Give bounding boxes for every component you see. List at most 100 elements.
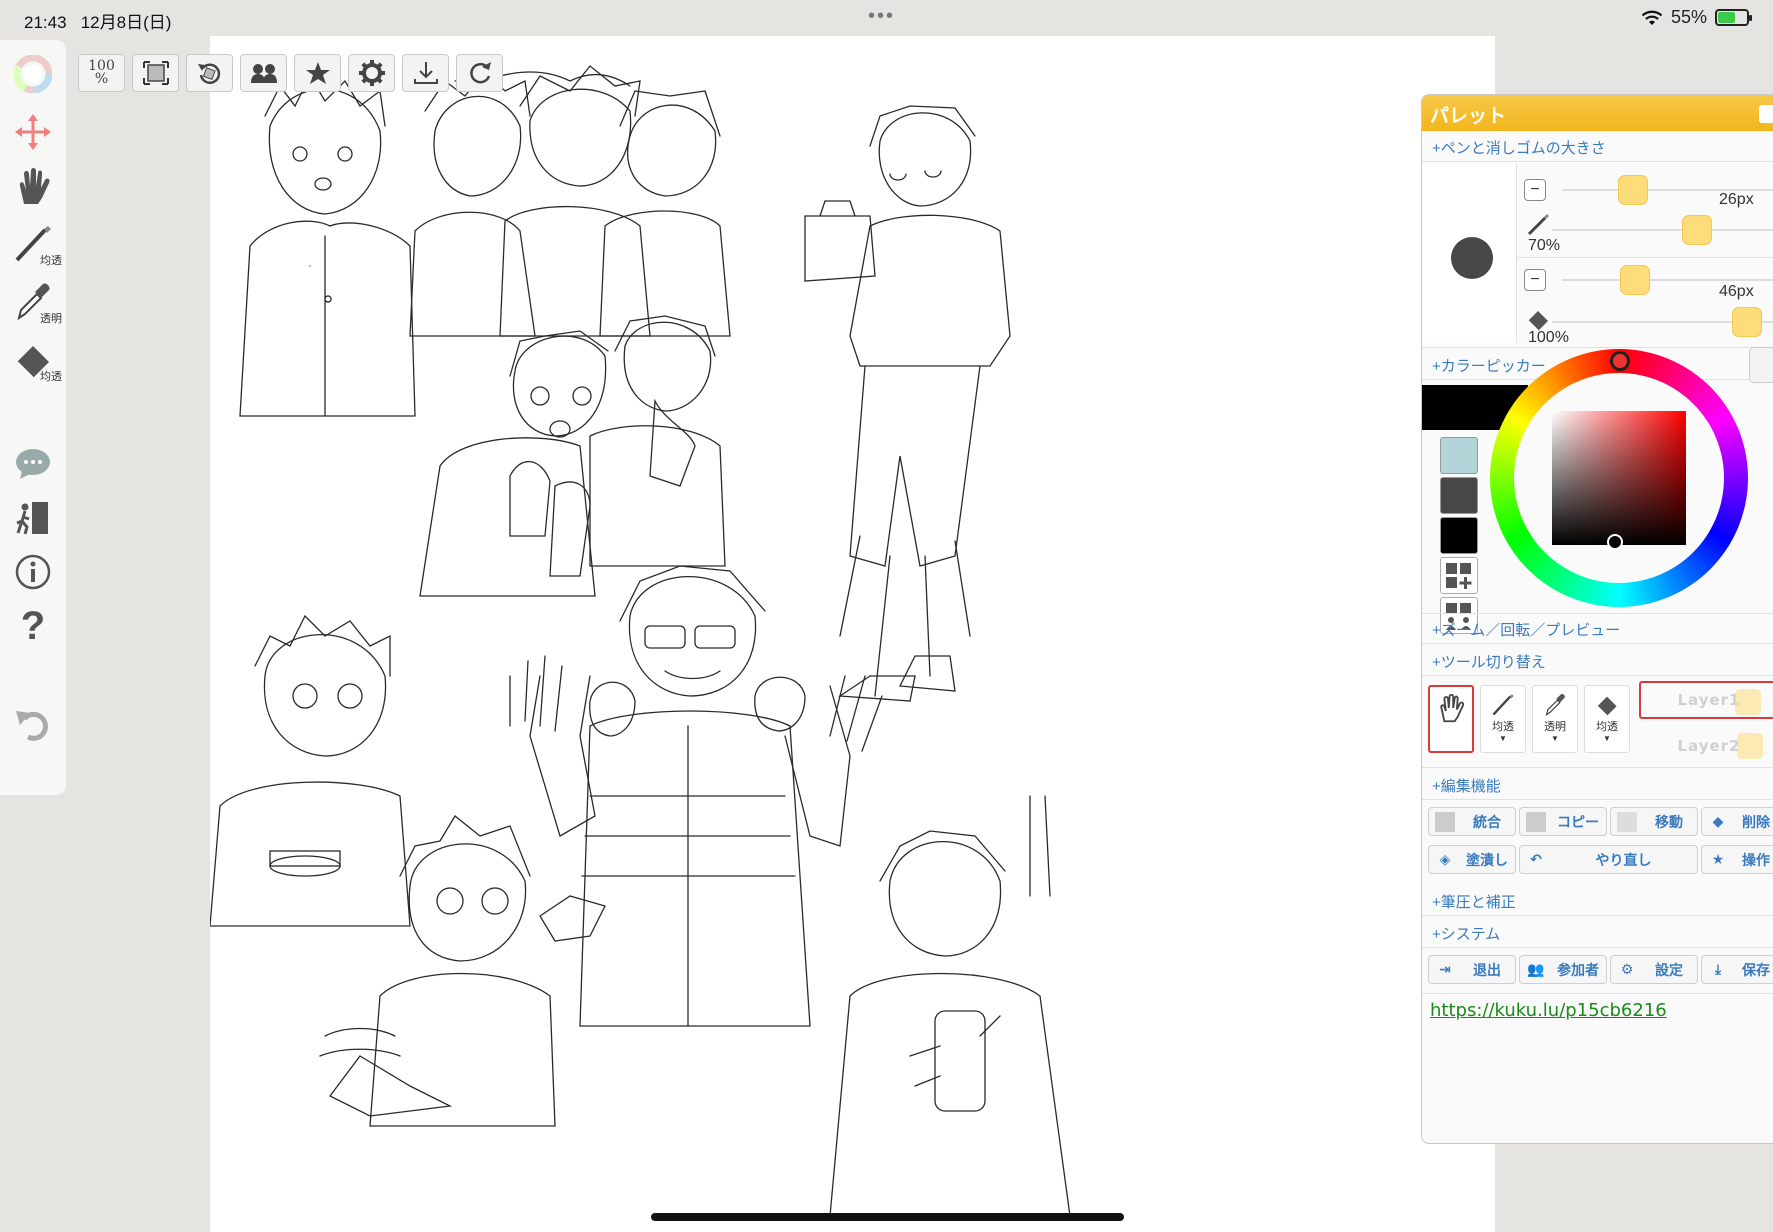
drawing-canvas[interactable] <box>210 36 1495 1232</box>
chat-button[interactable] <box>0 438 66 490</box>
download-button[interactable] <box>402 54 449 92</box>
status-bar: 21:43 12月8日(日) ••• 55% <box>0 0 1773 36</box>
add-swatch-icon <box>1446 562 1472 589</box>
redo-button[interactable] <box>456 54 503 92</box>
section-edit[interactable]: +編集機能 <box>1432 775 1501 796</box>
exit-room-button[interactable] <box>0 492 66 544</box>
help-button[interactable]: ? <box>0 600 66 652</box>
switch-eraser-tool[interactable]: 均透 ▼ <box>1584 685 1630 753</box>
pen-mode-label: 均透 <box>40 255 62 267</box>
battery-percent: 55% <box>1670 7 1707 27</box>
add-swatch-button[interactable] <box>1440 557 1478 594</box>
switch-hand-tool[interactable] <box>1428 685 1474 753</box>
eyedropper-tool-button[interactable]: 透明 <box>0 276 66 328</box>
info-icon <box>15 554 51 590</box>
pen-size-slider[interactable] <box>1618 175 1648 205</box>
hand-tool-button[interactable] <box>0 160 66 212</box>
info-button[interactable] <box>0 546 66 598</box>
eyedropper-icon <box>1545 693 1565 716</box>
section-pen-size[interactable]: +ペンと消しゴムの大きさ <box>1432 137 1606 158</box>
zoom-level-button[interactable]: 100% <box>78 54 125 92</box>
move-layer-icon <box>1617 811 1637 832</box>
copy-button[interactable]: コピー <box>1519 807 1607 836</box>
palette-panel: パレット +ペンと消しゴムの大きさ − 26px 70% − 46px 100%… <box>1421 94 1773 1144</box>
section-system[interactable]: +システム <box>1432 923 1500 944</box>
palette-toggle-checkbox[interactable] <box>1759 105 1773 123</box>
saturation-value-square[interactable] <box>1552 411 1686 545</box>
download-icon <box>413 62 438 84</box>
eraser-size-slider[interactable] <box>1620 265 1650 295</box>
section-tool-switch[interactable]: +ツール切り替え <box>1432 651 1546 672</box>
sketch-artwork <box>210 65 1071 1217</box>
color-wheel[interactable] <box>1490 349 1748 607</box>
section-pressure[interactable]: +筆圧と補正 <box>1432 891 1516 912</box>
participants-button[interactable] <box>240 54 287 92</box>
people-icon <box>250 64 277 83</box>
copy-icon <box>1526 811 1546 832</box>
pen-tool-button[interactable]: 均透 <box>0 218 66 270</box>
eraser-opacity-slider[interactable] <box>1732 307 1762 337</box>
delete-icon: ◆ <box>1712 813 1724 829</box>
color-marker[interactable] <box>1607 534 1623 550</box>
pen-icon <box>1492 694 1514 716</box>
delete-button[interactable]: ◆ 削除 <box>1701 807 1773 836</box>
merge-icon <box>1435 811 1455 832</box>
eraser-size-minus-button[interactable]: − <box>1524 269 1546 291</box>
color-swatch-1[interactable] <box>1440 437 1478 474</box>
rotate-canvas-button[interactable] <box>186 54 233 92</box>
switch-eraser-label: 均透 <box>1596 721 1618 733</box>
color-wheel-button[interactable] <box>0 48 66 100</box>
status-right: 55% <box>1641 7 1752 28</box>
save-button[interactable]: ⤓ 保存 <box>1701 955 1773 984</box>
multitask-dots[interactable]: ••• <box>868 5 895 28</box>
star-icon: ★ <box>1711 851 1725 867</box>
canvas-toolbar: 100% <box>78 54 503 92</box>
layer-row-1[interactable]: Layer1 <box>1639 681 1773 719</box>
section-zoom[interactable]: +ズーム／回転／プレビュー <box>1432 619 1620 640</box>
settings-button[interactable] <box>348 54 395 92</box>
layer-row-2[interactable]: Layer2 <box>1639 727 1773 765</box>
people-icon: 👥 <box>1527 961 1545 977</box>
home-indicator[interactable] <box>651 1213 1124 1221</box>
room-url-link[interactable]: https://kuku.lu/p15cb6216 <box>1430 1000 1667 1021</box>
eraser-size-track[interactable] <box>1562 279 1773 281</box>
hue-marker[interactable] <box>1610 351 1630 371</box>
gear-icon: ⚙ <box>1620 961 1634 977</box>
switch-eyedropper-tool[interactable]: 透明 ▼ <box>1532 685 1578 753</box>
download-icon: ⤓ <box>1714 961 1722 977</box>
color-swatch-2[interactable] <box>1440 477 1478 514</box>
undo-button[interactable] <box>0 698 66 750</box>
exit-button[interactable]: ⇥ 退出 <box>1428 955 1516 984</box>
star-icon <box>305 62 330 84</box>
exit-icon: ⇥ <box>1439 961 1451 977</box>
pen-opacity-icon <box>1527 214 1549 236</box>
hand-icon <box>19 168 50 204</box>
hand-icon <box>1440 693 1465 723</box>
redo-edit-button[interactable]: ↶ やり直し <box>1519 845 1698 874</box>
rotate-canvas-icon <box>197 63 220 84</box>
chat-icon <box>16 449 50 479</box>
section-color-picker[interactable]: +カラーピッカー <box>1432 355 1546 376</box>
eraser-tool-button[interactable]: 均透 <box>0 334 66 386</box>
fill-button[interactable]: ◈ 塗潰し <box>1428 845 1516 874</box>
switch-pen-tool[interactable]: 均透 ▼ <box>1480 685 1526 753</box>
color-mode-button[interactable] <box>1749 347 1773 383</box>
system-settings-button[interactable]: ⚙ 設定 <box>1610 955 1698 984</box>
participants-list-button[interactable]: 👥 参加者 <box>1519 955 1607 984</box>
palette-title-bar[interactable]: パレット <box>1422 95 1773 131</box>
layer-name-2: Layer2 <box>1677 737 1741 755</box>
fit-screen-button[interactable] <box>132 54 179 92</box>
move-tool-button[interactable] <box>0 106 66 158</box>
color-swatch-3[interactable] <box>1440 517 1478 554</box>
undo-icon <box>16 711 48 741</box>
move-button[interactable]: 移動 <box>1610 807 1698 836</box>
merge-button[interactable]: 統合 <box>1428 807 1516 836</box>
help-icon: ? <box>20 603 46 648</box>
battery-icon <box>1715 9 1752 26</box>
favorite-button[interactable] <box>294 54 341 92</box>
pen-size-minus-button[interactable]: − <box>1524 179 1546 201</box>
pen-opacity-track[interactable] <box>1552 229 1773 231</box>
pen-opacity-slider[interactable] <box>1682 215 1712 245</box>
eyedropper-mode-label: 透明 <box>40 313 62 325</box>
operation-button[interactable]: ★ 操作 <box>1701 845 1773 874</box>
